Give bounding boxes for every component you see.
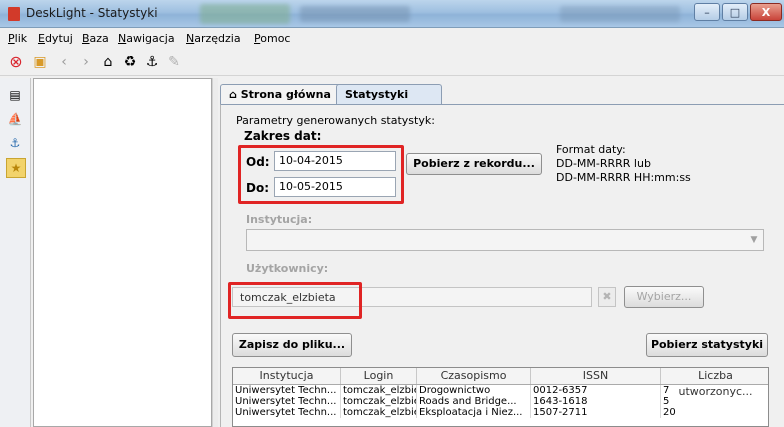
chevron-down-icon[interactable]: ▼ <box>747 232 761 248</box>
side-icon-strip: ▤ ⛵ ⚓ ★ <box>0 78 31 427</box>
cell-count: 20 <box>663 407 676 418</box>
database-icon[interactable]: ▤ <box>6 86 24 104</box>
home-icon: ⌂ <box>229 88 241 101</box>
date-format-option1: DD-MM-RRRR lub <box>556 157 651 170</box>
cell-issn: 1507-2711 <box>531 407 661 418</box>
menu-baza[interactable]: Baza <box>82 32 109 45</box>
cell-institution: Uniwersytet Techn... <box>233 407 341 418</box>
blurred-background <box>300 6 410 22</box>
menu-narzedzia[interactable]: Narzędzia <box>186 32 241 45</box>
cell-count: 7 <box>663 385 670 396</box>
date-range-label: Zakres dat: <box>244 129 322 143</box>
ship-icon[interactable]: ⚓ <box>142 52 162 72</box>
forward-icon[interactable]: › <box>76 52 96 72</box>
stop-icon[interactable]: ⊗ <box>6 52 26 72</box>
cell-journal: Drogownictwo <box>417 385 531 396</box>
navigation-panel[interactable] <box>33 78 212 427</box>
date-format-title: Format daty: <box>556 143 626 156</box>
table-header: Instytucja Login Czasopismo ISSN Liczba … <box>233 368 768 398</box>
close-button[interactable]: X <box>750 3 782 21</box>
save-to-file-button[interactable]: Zapisz do pliku... <box>232 333 352 357</box>
results-table: Instytucja Login Czasopismo ISSN Liczba … <box>232 367 769 427</box>
institution-label: Instytucja: <box>246 213 313 226</box>
institution-select[interactable]: ▼ <box>246 229 764 251</box>
tab-bar: ⌂ Strona główna Statystyki <box>220 84 784 105</box>
splitter[interactable] <box>212 78 218 427</box>
cell-login: tomczak_elzbieta <box>341 385 417 396</box>
menu-nawigacja[interactable]: Nawigacja <box>118 32 175 45</box>
toolbar: ⊗ ▣ ‹ › ⌂ ♻ ⚓ ✎ <box>0 48 784 76</box>
cell-institution: Uniwersytet Techn... <box>233 385 341 396</box>
highlight-box-users <box>228 282 362 319</box>
users-label: Użytkownicy: <box>246 262 329 275</box>
cell-login: tomczak_elzbieta <box>341 396 417 407</box>
cell-login: tomczak_elzbieta <box>341 407 417 418</box>
fetch-from-record-button[interactable]: Pobierz z rekordu... <box>406 153 542 175</box>
app-icon <box>8 7 20 21</box>
blurred-background <box>560 6 680 22</box>
section-title: Parametry generowanych statystyk: <box>236 114 435 127</box>
menu-bar: Plik Edytuj Baza Nawigacja Narzędzia Pom… <box>0 28 784 48</box>
maximize-button[interactable]: □ <box>722 3 748 21</box>
menu-plik[interactable]: Plik <box>8 32 27 45</box>
column-header-journal[interactable]: Czasopismo <box>417 368 531 384</box>
edit-icon[interactable]: ✎ <box>164 52 184 72</box>
column-header-login[interactable]: Login <box>341 368 417 384</box>
menu-edytuj[interactable]: Edytuj <box>38 32 73 45</box>
record-icon[interactable]: ▣ <box>30 52 50 72</box>
tab-home[interactable]: ⌂ Strona główna <box>220 84 350 105</box>
ship-icon[interactable]: ⛵ <box>6 110 24 128</box>
star-icon[interactable]: ★ <box>6 158 26 178</box>
title-bar: DeskLight - Statystyki – □ X <box>0 0 784 28</box>
menu-pomoc[interactable]: Pomoc <box>254 32 290 45</box>
cell-journal: Eksploatacja i Niez... <box>417 407 531 418</box>
window-title: DeskLight - Statystyki <box>26 6 158 20</box>
table-row[interactable]: Uniwersytet Techn... tomczak_elzbieta Dr… <box>233 385 768 396</box>
back-icon[interactable]: ‹ <box>54 52 74 72</box>
column-header-count[interactable]: Liczba utworzonyc... <box>661 368 768 398</box>
table-row[interactable]: Uniwersytet Techn... tomczak_elzbieta Ek… <box>233 407 768 418</box>
cell-issn: 1643-1618 <box>531 396 661 407</box>
blurred-background <box>200 4 290 24</box>
home-icon[interactable]: ⌂ <box>98 52 118 72</box>
anchor-icon[interactable]: ⚓ <box>6 134 24 152</box>
tab-statistics[interactable]: Statystyki <box>336 84 442 105</box>
cell-institution: Uniwersytet Techn... <box>233 396 341 407</box>
choose-users-button[interactable]: Wybierz... <box>624 286 704 308</box>
column-header-institution[interactable]: Instytucja <box>233 368 341 384</box>
date-format-option2: DD-MM-RRRR HH:mm:ss <box>556 171 691 184</box>
cell-count: 5 <box>663 396 670 407</box>
refresh-icon[interactable]: ♻ <box>120 52 140 72</box>
minimize-button[interactable]: – <box>694 3 720 21</box>
cell-issn: 0012-6357 <box>531 385 661 396</box>
clear-icon[interactable]: ✖ <box>598 287 616 307</box>
get-statistics-button[interactable]: Pobierz statystyki <box>646 333 768 357</box>
cell-journal: Roads and Bridge... <box>417 396 531 407</box>
table-row[interactable]: Uniwersytet Techn... tomczak_elzbieta Ro… <box>233 396 768 407</box>
column-header-issn[interactable]: ISSN <box>531 368 661 384</box>
highlight-box-dates <box>238 145 404 204</box>
